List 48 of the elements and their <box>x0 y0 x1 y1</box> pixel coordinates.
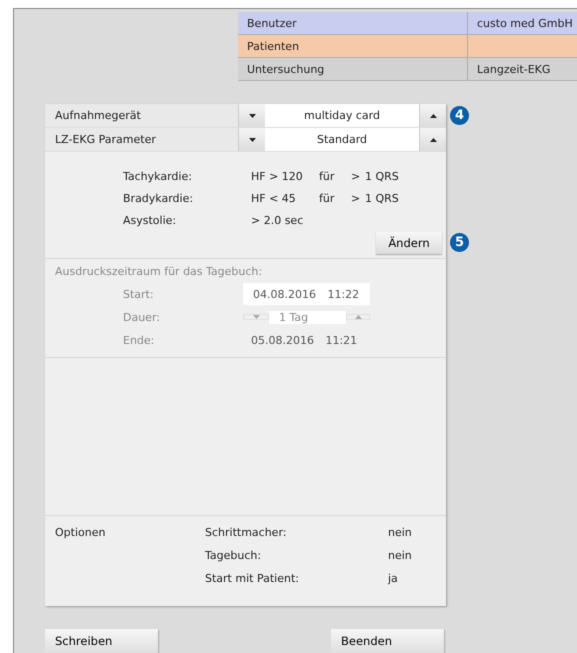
option-value: nein <box>388 548 413 564</box>
next-button[interactable] <box>419 128 446 151</box>
down-arrow-icon <box>248 138 256 142</box>
section-title: Optionen <box>55 525 106 541</box>
callout-badge: 5 <box>450 233 469 252</box>
parameter-condition: HF > 120 <box>251 168 304 184</box>
operator: > <box>351 168 362 184</box>
previous-button[interactable] <box>238 128 265 151</box>
action-button[interactable]: Beenden <box>331 629 444 653</box>
down-arrow-icon <box>252 315 260 319</box>
up-arrow-icon <box>430 138 436 142</box>
up-arrow-icon <box>354 315 362 319</box>
for-label: für <box>319 190 336 206</box>
field-label: Dauer: <box>123 310 161 326</box>
parameter-condition: HF < 45 <box>251 190 297 206</box>
parameter-condition: > 2.0 sec <box>251 212 304 228</box>
for-label: für <box>319 168 336 184</box>
parameter-label: Asystolie: <box>123 212 178 228</box>
action-button[interactable]: Schreiben <box>45 629 158 653</box>
callout-badge: 4 <box>450 106 469 125</box>
option-value: nein <box>388 525 413 541</box>
down-arrow-icon <box>248 114 256 118</box>
previous-button[interactable] <box>238 104 265 127</box>
operator: > <box>351 190 362 206</box>
option-value: ja <box>388 571 399 587</box>
option-label: Tagebuch: <box>205 548 262 564</box>
select-value[interactable]: multiday card <box>265 104 419 127</box>
option-label: Schrittmacher: <box>205 525 288 541</box>
end-value: 05.08.2016 11:21 <box>250 332 358 348</box>
row-value: custo med GmbH <box>467 12 577 34</box>
row-label: Patienten <box>246 38 300 54</box>
field-label: Start: <box>123 286 155 302</box>
up-arrow-icon <box>430 114 436 118</box>
parameter-label: Tachykardie: <box>123 168 193 184</box>
row-label: Benutzer <box>246 16 298 32</box>
row-label: Untersuchung <box>246 62 326 78</box>
beat-count: 1 QRS <box>365 168 400 184</box>
select-value[interactable]: Standard <box>265 128 419 151</box>
row-value: Langzeit-EKG <box>467 58 577 80</box>
next-button[interactable] <box>419 104 446 127</box>
beat-count: 1 QRS <box>365 190 400 206</box>
change-button[interactable]: Ändern <box>376 232 442 254</box>
field-label: Aufnahmegerät <box>45 104 238 127</box>
field-label: Ende: <box>123 332 156 348</box>
field-label: LZ-EKG Parameter <box>45 128 238 151</box>
option-label: Start mit Patient: <box>205 571 300 587</box>
section-title: Ausdruckszeitraum für das Tagebuch: <box>55 265 264 279</box>
parameter-label: Bradykardie: <box>123 190 194 206</box>
